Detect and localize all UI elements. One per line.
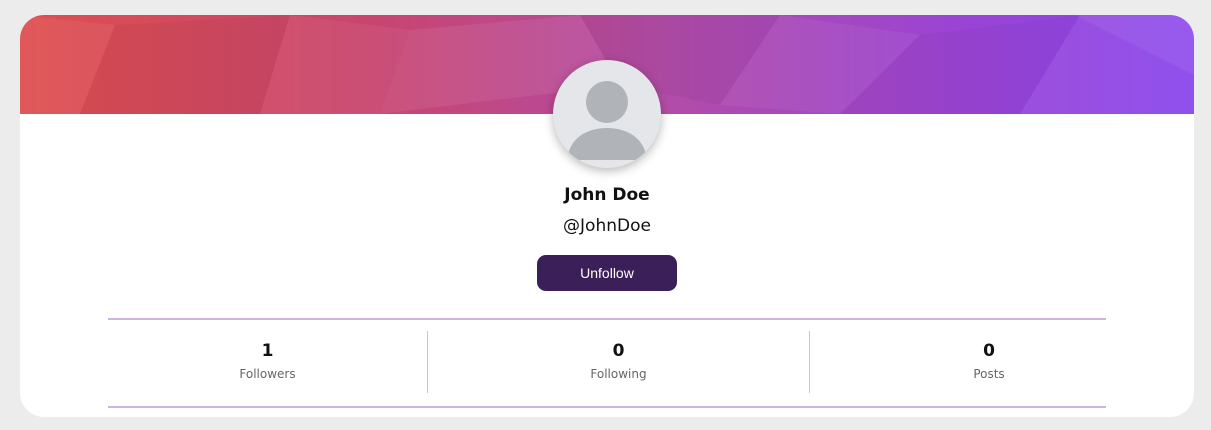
unfollow-button[interactable]: Unfollow xyxy=(537,255,677,291)
stat-posts-value: 0 xyxy=(983,341,995,361)
stat-following-label: Following xyxy=(590,367,647,381)
profile-name: John Doe xyxy=(564,185,650,205)
stat-posts-label: Posts xyxy=(973,367,1005,381)
stat-posts[interactable]: 0 Posts xyxy=(810,331,1168,393)
stat-followers[interactable]: 1 Followers xyxy=(108,331,427,393)
default-user-avatar-icon xyxy=(567,81,647,160)
profile-card: John Doe @JohnDoe Unfollow 1 Followers 0… xyxy=(20,15,1194,417)
stats-bottom-divider xyxy=(108,406,1106,408)
stat-following[interactable]: 0 Following xyxy=(428,331,809,393)
stat-following-value: 0 xyxy=(612,341,625,361)
profile-handle: @JohnDoe xyxy=(563,216,651,236)
stats-top-divider xyxy=(108,318,1106,320)
avatar[interactable] xyxy=(553,60,661,168)
stat-followers-label: Followers xyxy=(239,367,296,381)
stat-followers-value: 1 xyxy=(261,341,274,361)
stats-bar: 1 Followers 0 Following 0 Posts xyxy=(108,331,1106,393)
